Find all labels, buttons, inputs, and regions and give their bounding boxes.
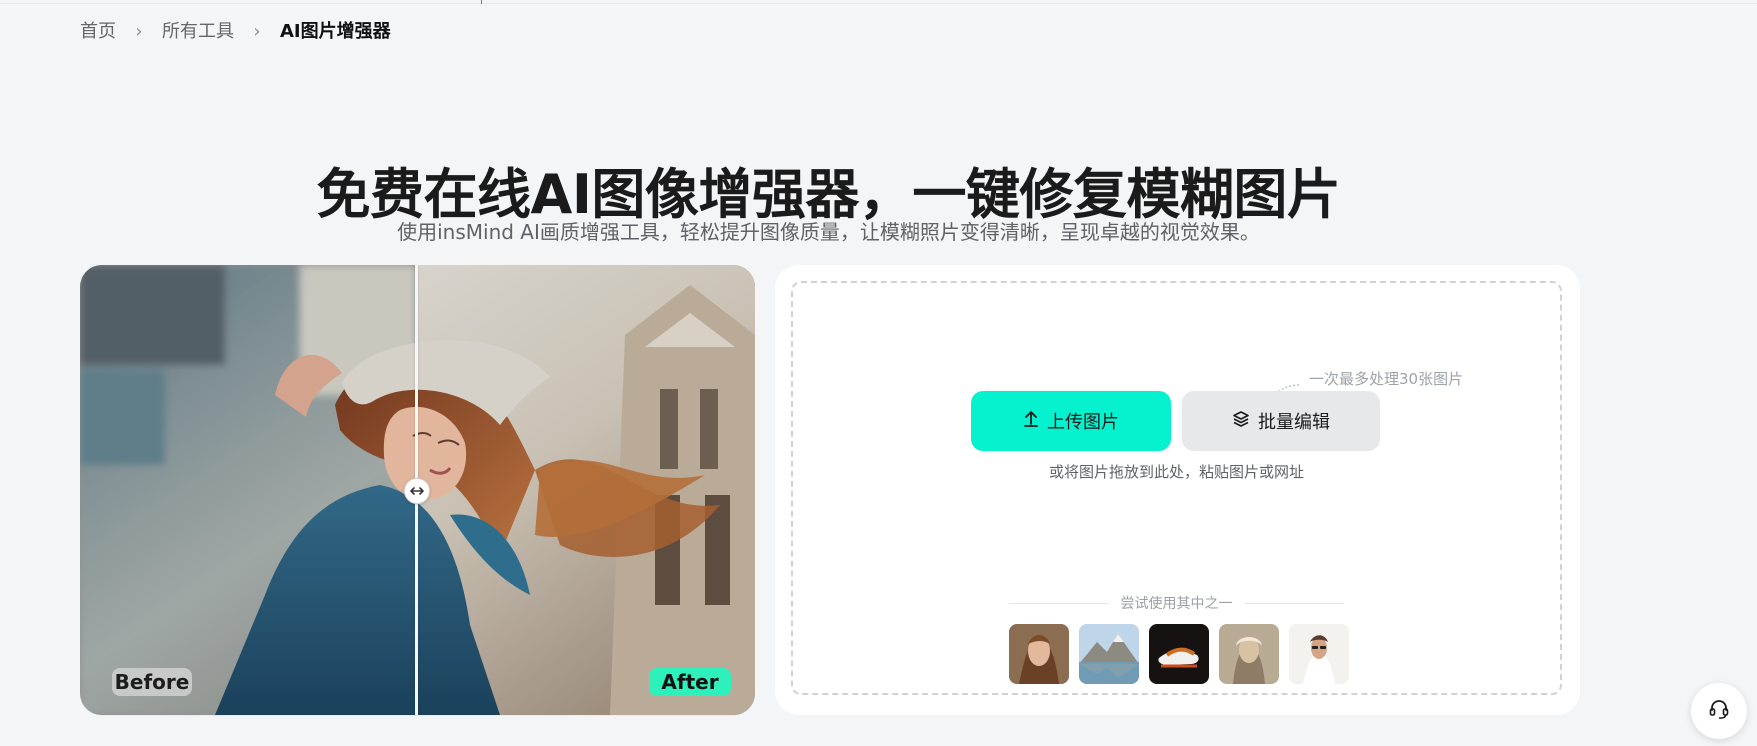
top-divider	[0, 3, 1757, 4]
upload-image-button[interactable]: 上传图片	[971, 391, 1171, 451]
upload-icon	[1023, 410, 1039, 433]
drop-hint: 或将图片拖放到此处，粘贴图片或网址	[1048, 463, 1304, 481]
headset-icon	[1707, 697, 1731, 725]
before-label: Before	[112, 668, 192, 696]
sample-image-portrait-woman[interactable]	[1009, 624, 1069, 684]
chevron-right-icon: ›	[253, 21, 261, 42]
chevron-right-icon: ›	[135, 21, 143, 42]
sample-image-list	[1009, 624, 1349, 684]
breadcrumb: 首页 › 所有工具 › AI图片增强器	[80, 18, 391, 46]
top-marker	[481, 0, 482, 4]
breadcrumb-current-page: AI图片增强器	[280, 21, 391, 42]
double-arrow-icon[interactable]	[404, 478, 430, 504]
page-subtitle: 使用insMind AI画质增强工具，轻松提升图像质量，让模糊照片变得清晰，呈现…	[397, 220, 1260, 244]
upload-image-label: 上传图片	[1047, 412, 1119, 432]
layers-icon	[1232, 410, 1250, 433]
before-after-comparison[interactable]: Before After	[80, 265, 755, 715]
sample-images-heading: 尝试使用其中之一	[1009, 593, 1344, 613]
sample-image-sneaker[interactable]	[1149, 624, 1209, 684]
sample-image-mountain-lake[interactable]	[1079, 624, 1139, 684]
drop-zone[interactable]: 一次最多处理30张图片 上传图片 批量编辑 或将图片拖放到此处，粘贴图片或网址	[791, 281, 1562, 695]
batch-limit-note: 一次最多处理30张图片	[1309, 370, 1464, 388]
sample-images-label: 尝试使用其中之一	[1120, 596, 1233, 612]
batch-edit-button[interactable]: 批量编辑	[1182, 391, 1380, 451]
breadcrumb-home[interactable]: 首页	[80, 18, 116, 46]
customer-support-button[interactable]	[1691, 683, 1747, 739]
after-label: After	[649, 668, 731, 696]
sample-image-woman-sunglasses[interactable]	[1289, 624, 1349, 684]
left-divider	[1009, 602, 1109, 604]
breadcrumb-all-tools[interactable]: 所有工具	[162, 18, 234, 46]
batch-edit-label: 批量编辑	[1258, 412, 1330, 432]
page: 首页 › 所有工具 › AI图片增强器 免费在线AI图像增强器，一键修复模糊图片…	[0, 0, 1757, 746]
upload-panel: 一次最多处理30张图片 上传图片 批量编辑 或将图片拖放到此处，粘贴图片或网址	[775, 265, 1580, 715]
right-divider	[1244, 602, 1344, 604]
sample-image-vintage-portrait[interactable]	[1219, 624, 1279, 684]
